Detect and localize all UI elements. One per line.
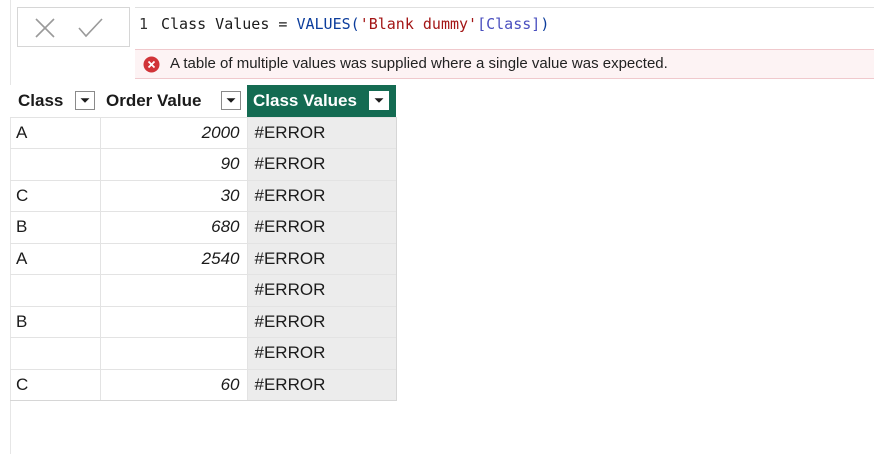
table-row: #ERROR: [10, 274, 397, 306]
cell-class[interactable]: C: [10, 179, 101, 212]
cell-order-value[interactable]: [100, 337, 248, 369]
cell-class[interactable]: B: [10, 305, 101, 338]
column-header-label: Class: [18, 91, 64, 110]
cell-class-values[interactable]: #ERROR: [247, 274, 397, 306]
cell-class-values[interactable]: #ERROR: [247, 242, 397, 275]
table-row: C 30 #ERROR: [10, 179, 397, 212]
cell-class-values[interactable]: #ERROR: [247, 179, 397, 212]
error-bar: A table of multiple values was supplied …: [135, 49, 874, 79]
cell-order-value[interactable]: [100, 274, 248, 306]
table-row: A 2000 #ERROR: [10, 116, 397, 149]
table-row: A 2540 #ERROR: [10, 242, 397, 275]
cell-order-value[interactable]: [100, 305, 248, 338]
formula-commit-controls: [17, 7, 130, 47]
column-header-class[interactable]: Class: [10, 85, 100, 117]
formula-column-ref: [Class]: [477, 15, 541, 33]
cell-class-values[interactable]: #ERROR: [247, 305, 397, 338]
checkmark-icon[interactable]: [76, 16, 104, 40]
formula-function: VALUES: [296, 15, 351, 33]
cell-order-value[interactable]: 30: [100, 179, 248, 212]
filter-dropdown-icon[interactable]: [369, 91, 389, 110]
cell-order-value[interactable]: 60: [100, 368, 248, 401]
column-header-order-value[interactable]: Order Value: [100, 85, 247, 117]
cell-order-value[interactable]: 90: [100, 148, 248, 180]
formula-table-ref: 'Blank dummy': [359, 15, 478, 33]
cell-class-values[interactable]: #ERROR: [247, 337, 397, 369]
cell-class[interactable]: B: [10, 211, 101, 243]
cell-class-values[interactable]: #ERROR: [247, 116, 397, 149]
formula-editor[interactable]: 1 Class Values = VALUES('Blank dummy'[Cl…: [135, 7, 874, 47]
column-header-class-values[interactable]: Class Values: [247, 85, 396, 117]
line-number: 1: [139, 15, 149, 33]
formula-open-paren: (: [350, 15, 360, 33]
cell-class[interactable]: [10, 337, 101, 369]
formula-text[interactable]: Class Values = VALUES('Blank dummy'[Clas…: [161, 15, 549, 33]
header-row: Class Order Value Class Values: [10, 85, 396, 117]
cell-class-values[interactable]: #ERROR: [247, 148, 397, 180]
error-icon: [143, 56, 160, 73]
table-row: B #ERROR: [10, 305, 397, 338]
cancel-icon[interactable]: [31, 16, 59, 40]
table-row: B 680 #ERROR: [10, 211, 397, 243]
formula-close-paren: ): [540, 15, 550, 33]
column-header-label: Order Value: [106, 91, 202, 110]
cell-order-value[interactable]: 2000: [100, 116, 248, 149]
formula-operator: =: [269, 15, 297, 33]
cell-order-value[interactable]: 2540: [100, 242, 248, 275]
cell-class[interactable]: [10, 148, 101, 180]
cell-class[interactable]: [10, 274, 101, 306]
table-row: 90 #ERROR: [10, 148, 397, 180]
measure-name: Class Values: [161, 15, 270, 33]
cell-class[interactable]: A: [10, 116, 101, 149]
column-header-label: Class Values: [253, 91, 357, 110]
error-message: A table of multiple values was supplied …: [170, 55, 668, 72]
cell-class[interactable]: A: [10, 242, 101, 275]
filter-dropdown-icon[interactable]: [221, 91, 241, 110]
table-row: C 60 #ERROR: [10, 368, 397, 401]
cell-class-values[interactable]: #ERROR: [247, 211, 397, 243]
cell-class-values[interactable]: #ERROR: [247, 368, 397, 401]
cell-order-value[interactable]: 680: [100, 211, 248, 243]
cell-class[interactable]: C: [10, 368, 101, 401]
data-table: Class Order Value Class Values A 2000 #E…: [10, 85, 397, 401]
table-row: #ERROR: [10, 337, 397, 369]
filter-dropdown-icon[interactable]: [75, 91, 95, 110]
